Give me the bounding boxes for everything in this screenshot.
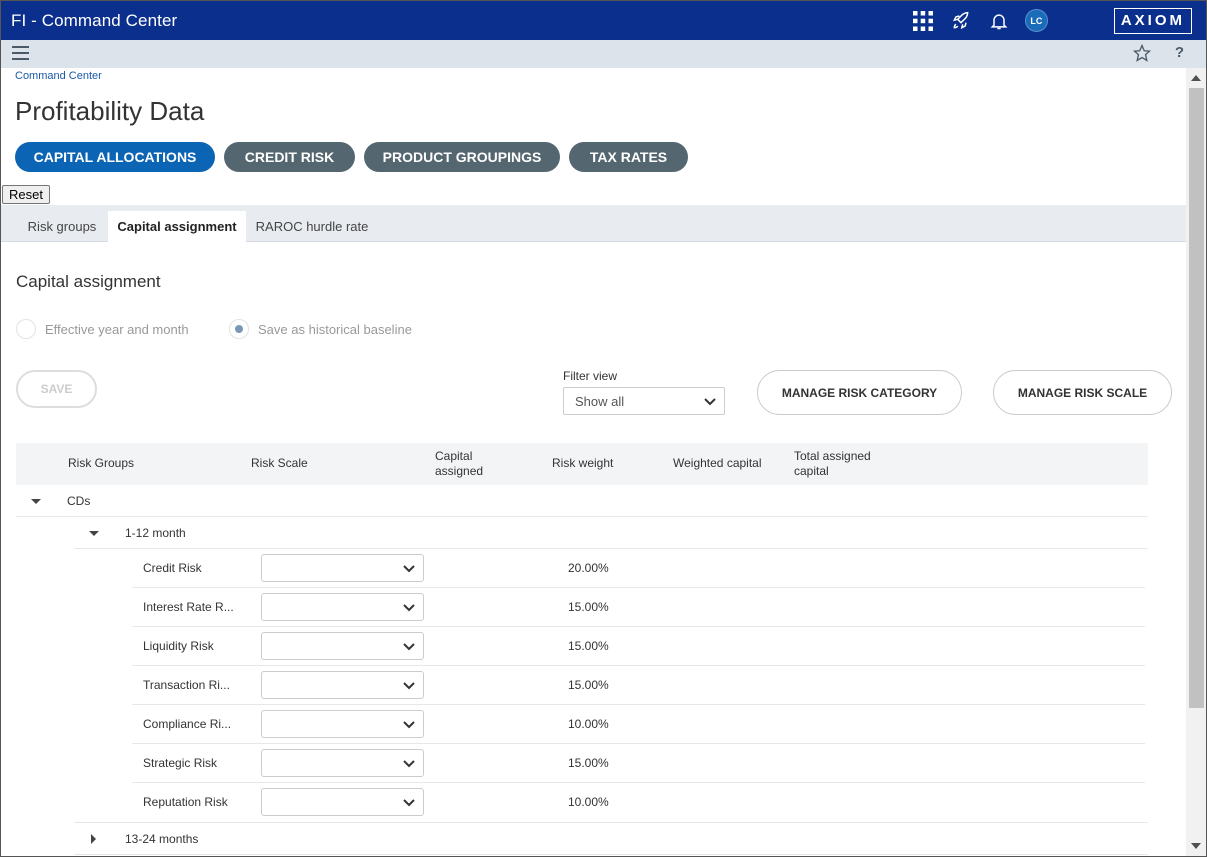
tab-capital-assignment[interactable]: Capital assignment — [108, 211, 246, 242]
expand-caret-icon[interactable] — [89, 531, 99, 536]
radio-label: Save as historical baseline — [258, 321, 412, 337]
risk-name: Credit Risk — [143, 561, 202, 575]
risk-weight-value: 15.00% — [568, 600, 609, 614]
risk-weight-value: 10.00% — [568, 717, 609, 731]
header-total-assigned-line1[interactable]: Total assigned — [794, 449, 871, 463]
top-bar: FI - Command Center LC AXIOM — [1, 1, 1206, 40]
tab-raroc-hurdle-rate[interactable]: RAROC hurdle rate — [248, 211, 376, 242]
tab-risk-groups[interactable]: Risk groups — [16, 211, 108, 242]
chevron-down-icon — [403, 799, 415, 807]
header-weighted-capital[interactable]: Weighted capital — [673, 456, 762, 470]
favorite-star-icon[interactable] — [1132, 43, 1152, 67]
user-avatar[interactable]: LC — [1024, 9, 1048, 32]
manage-risk-scale-button[interactable]: MANAGE RISK SCALE — [993, 370, 1172, 415]
risk-weight-value: 15.00% — [568, 639, 609, 653]
radio-label: Effective year and month — [45, 321, 189, 337]
radio-circle[interactable] — [16, 319, 36, 339]
header-capital-assigned-line2[interactable]: assigned — [435, 464, 483, 478]
filter-view-value: Show all — [575, 393, 625, 409]
header-total-assigned-line2[interactable]: capital — [794, 464, 829, 478]
breadcrumb[interactable]: Command Center — [15, 70, 102, 82]
risk-name: Reputation Risk — [143, 795, 228, 809]
row-divider — [74, 548, 1148, 549]
row-divider — [132, 587, 1145, 588]
header-capital-assigned-line1[interactable]: Capital — [435, 449, 472, 463]
section-title: Capital assignment — [16, 272, 161, 291]
help-icon[interactable]: ? — [1175, 44, 1184, 61]
row-divider — [132, 743, 1145, 744]
tab-tax-rates[interactable]: TAX RATES — [569, 142, 688, 172]
scroll-thumb[interactable] — [1189, 88, 1204, 708]
risk-name: Transaction Ri... — [143, 678, 230, 692]
filter-view-label: Filter view — [563, 369, 618, 383]
radio-effective-year-month[interactable]: Effective year and month — [16, 319, 189, 339]
rocket-icon[interactable] — [949, 9, 973, 33]
risk-weight-value: 15.00% — [568, 756, 609, 770]
page-title: Profitability Data — [15, 96, 205, 126]
tab-capital-allocations[interactable]: CAPITAL ALLOCATIONS — [15, 142, 215, 172]
chevron-down-icon — [403, 721, 415, 729]
save-button[interactable]: SAVE — [16, 370, 97, 408]
subgroup-row-1-12-month: 1-12 month — [125, 526, 186, 540]
scroll-up-arrow-icon[interactable] — [1191, 75, 1201, 81]
radio-circle[interactable] — [229, 319, 249, 339]
row-divider — [74, 854, 1148, 855]
expand-caret-icon[interactable] — [31, 499, 41, 504]
risk-scale-select[interactable] — [261, 710, 424, 738]
header-risk-weight[interactable]: Risk weight — [552, 456, 613, 470]
vertical-scrollbar[interactable] — [1186, 68, 1206, 856]
row-divider — [132, 626, 1145, 627]
risk-scale-select[interactable] — [261, 554, 424, 582]
tab-product-groupings[interactable]: PRODUCT GROUPINGS — [364, 142, 560, 172]
row-divider — [132, 704, 1145, 705]
radio-save-historical-baseline[interactable]: Save as historical baseline — [229, 319, 412, 339]
sub-tab-bar: Risk groups Capital assignment RAROC hur… — [1, 205, 1186, 242]
risk-name: Liquidity Risk — [143, 639, 214, 653]
risk-scale-select[interactable] — [261, 593, 424, 621]
chevron-down-icon — [403, 604, 415, 612]
row-divider — [132, 782, 1145, 783]
risk-weight-value: 20.00% — [568, 561, 609, 575]
risk-scale-select[interactable] — [261, 671, 424, 699]
row-divider — [132, 665, 1145, 666]
scroll-down-arrow-icon[interactable] — [1191, 843, 1201, 849]
collapse-caret-icon[interactable] — [91, 834, 96, 844]
chevron-down-icon — [403, 565, 415, 573]
risk-scale-select[interactable] — [261, 788, 424, 816]
app-title: FI - Command Center — [11, 10, 178, 30]
risk-scale-select[interactable] — [261, 749, 424, 777]
chevron-down-icon — [403, 643, 415, 651]
reset-button[interactable]: Reset — [2, 185, 50, 204]
tab-credit-risk[interactable]: CREDIT RISK — [224, 142, 355, 172]
chevron-down-icon — [403, 760, 415, 768]
table-header: Risk Groups Risk Scale Capital assigned … — [16, 443, 1148, 485]
risk-scale-select[interactable] — [261, 632, 424, 660]
chevron-down-icon — [704, 398, 716, 406]
header-risk-scale[interactable]: Risk Scale — [251, 456, 308, 470]
chevron-down-icon — [403, 682, 415, 690]
manage-risk-category-button[interactable]: MANAGE RISK CATEGORY — [757, 370, 962, 415]
hamburger-menu-icon[interactable] — [12, 46, 29, 62]
risk-weight-value: 10.00% — [568, 795, 609, 809]
filter-view-select[interactable]: Show all — [563, 387, 725, 415]
risk-name: Interest Rate R... — [143, 600, 234, 614]
apps-grid-icon[interactable] — [911, 9, 935, 33]
header-risk-groups[interactable]: Risk Groups — [68, 456, 134, 470]
risk-name: Strategic Risk — [143, 756, 218, 770]
group-row-cds: CDs — [67, 494, 91, 508]
risk-name: Compliance Ri... — [143, 717, 232, 731]
row-divider — [16, 516, 1148, 517]
subgroup-row-13-24-months: 13-24 months — [125, 832, 199, 846]
secondary-toolbar: ? — [1, 40, 1206, 68]
pill-tab-bar: CAPITAL ALLOCATIONS CREDIT RISK PRODUCT … — [15, 142, 697, 172]
notification-bell-icon[interactable] — [987, 9, 1011, 33]
axiom-logo: AXIOM — [1113, 7, 1192, 34]
row-divider — [74, 822, 1148, 823]
risk-weight-value: 15.00% — [568, 678, 609, 692]
